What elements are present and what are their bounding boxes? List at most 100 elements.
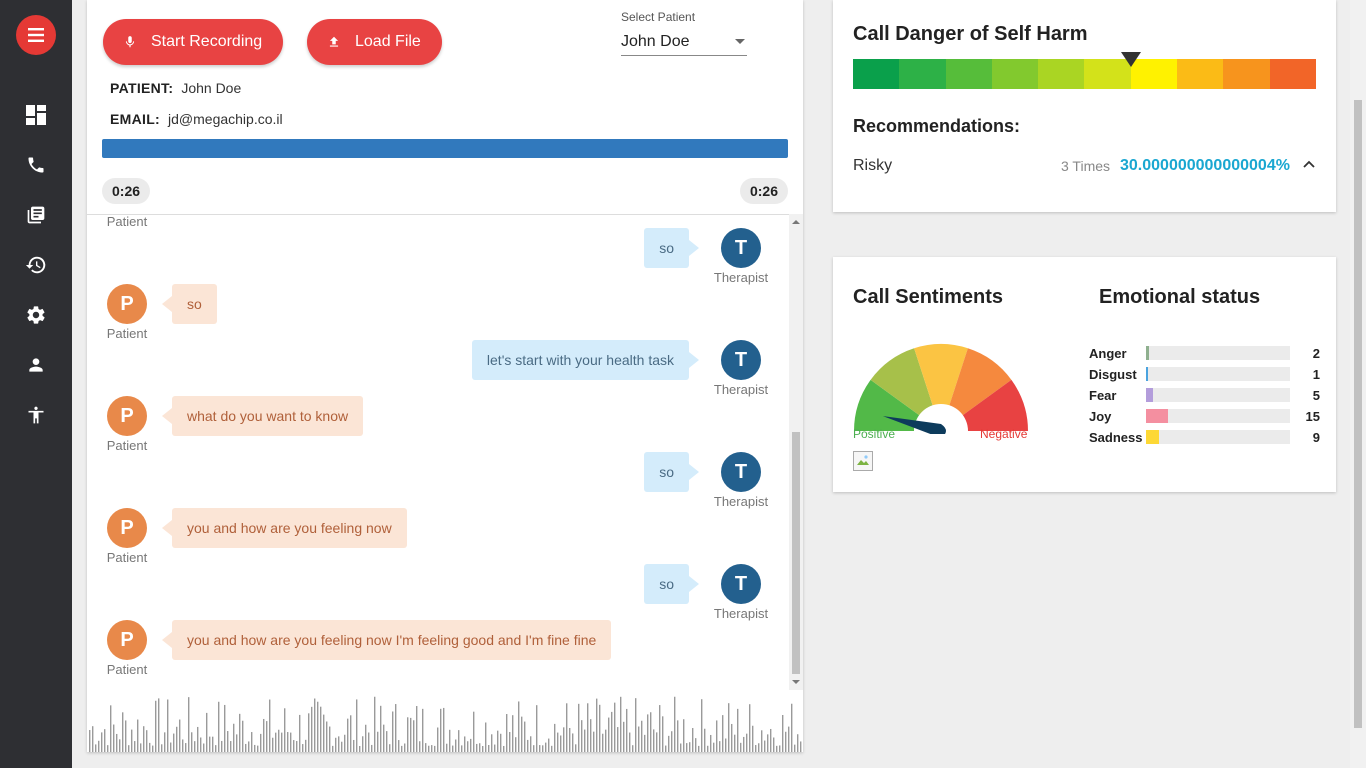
emotion-name: Sadness bbox=[1089, 429, 1143, 445]
danger-level-pointer bbox=[1120, 52, 1141, 67]
emotion-bar-fill bbox=[1146, 430, 1159, 444]
role-label: Patient bbox=[106, 326, 148, 341]
select-patient-label: Select Patient bbox=[621, 10, 696, 24]
load-file-button[interactable]: Load File bbox=[307, 19, 442, 65]
emotion-bar-fill bbox=[1146, 388, 1154, 402]
chevron-up-icon[interactable] bbox=[1300, 156, 1318, 174]
dashboard-icon bbox=[26, 105, 46, 125]
role-label: Patient bbox=[106, 662, 148, 677]
menu-button[interactable] bbox=[16, 15, 56, 55]
microphone-icon bbox=[125, 36, 135, 48]
therapist-message: so bbox=[644, 564, 699, 604]
emotion-value: 15 bbox=[1305, 408, 1320, 424]
emotion-value: 5 bbox=[1312, 387, 1320, 403]
therapist-avatar: T bbox=[721, 228, 761, 268]
sidebar-item-dashboard[interactable] bbox=[24, 103, 48, 127]
recommendation-times: 3 Times bbox=[1061, 158, 1111, 174]
danger-scale-segment bbox=[1177, 59, 1224, 89]
emotion-bar-track bbox=[1146, 388, 1290, 402]
chevron-down-icon bbox=[735, 38, 745, 44]
sidebar-item-history[interactable] bbox=[24, 253, 48, 277]
emotion-row: Anger 2 bbox=[1089, 345, 1320, 361]
danger-scale-segment bbox=[899, 59, 946, 89]
role-label: Patient bbox=[106, 550, 148, 565]
patient-message: what do you want to know bbox=[161, 396, 364, 436]
sidebar-item-profile[interactable] bbox=[24, 353, 48, 377]
therapist-avatar: T bbox=[721, 452, 761, 492]
transcript: Patient T Therapist so P Patient so T Therapist… bbox=[87, 214, 789, 690]
recommendation-label: Risky bbox=[853, 157, 893, 174]
patient-info: PATIENT: John Doe bbox=[110, 80, 241, 96]
emotion-bar-track bbox=[1146, 346, 1290, 360]
library-icon bbox=[27, 206, 45, 224]
gauge-positive-label: Positive bbox=[853, 427, 896, 441]
sentiments-card: Call Sentiments Emotional status Positiv… bbox=[833, 257, 1336, 492]
emotion-bar-fill bbox=[1146, 346, 1149, 360]
therapist-avatar: T bbox=[721, 340, 761, 380]
therapist-message: let's start with your health task bbox=[471, 340, 700, 380]
emotion-bar-track bbox=[1146, 367, 1290, 381]
role-label: Patient bbox=[106, 214, 148, 229]
role-label: Therapist bbox=[713, 382, 769, 397]
emotion-name: Anger bbox=[1089, 345, 1127, 361]
playback-progress-bar[interactable] bbox=[102, 139, 788, 158]
patient-message: so bbox=[162, 284, 217, 324]
danger-title: Call Danger of Self Harm bbox=[853, 23, 1088, 45]
danger-scale-segment bbox=[853, 59, 900, 89]
patient-select[interactable]: John Doe bbox=[621, 28, 747, 56]
email-key: EMAIL: bbox=[110, 111, 161, 127]
gear-icon bbox=[27, 306, 45, 324]
sidebar-item-accessibility[interactable] bbox=[24, 403, 48, 427]
emotion-row: Sadness 9 bbox=[1089, 429, 1320, 445]
danger-scale-segment bbox=[991, 59, 1039, 89]
patient-avatar: P bbox=[107, 620, 147, 660]
patient-avatar: P bbox=[107, 396, 147, 436]
call-panel: Start Recording Load File Select Patient… bbox=[87, 0, 803, 752]
danger-scale-segment bbox=[1223, 59, 1270, 89]
emotion-row: Disgust 1 bbox=[1089, 367, 1320, 382]
person-icon bbox=[29, 358, 43, 372]
therapist-message: so bbox=[644, 228, 699, 268]
scroll-up-icon bbox=[792, 220, 800, 224]
recommendations-title: Recommendations: bbox=[853, 116, 1021, 136]
emotion-value: 2 bbox=[1312, 345, 1320, 361]
sentiments-title: Call Sentiments bbox=[853, 286, 1004, 308]
emotion-bar-fill bbox=[1146, 409, 1168, 423]
emotion-name: Fear bbox=[1089, 387, 1117, 403]
danger-scale-segment bbox=[945, 59, 992, 89]
start-recording-label: Start Recording bbox=[151, 33, 263, 50]
transcript-scroll-thumb[interactable] bbox=[792, 432, 800, 674]
history-icon bbox=[25, 256, 46, 274]
patient-message: you and how are you feeling now I'm feel… bbox=[161, 620, 612, 660]
scroll-down-icon bbox=[792, 680, 800, 684]
phone-icon bbox=[28, 157, 44, 173]
upload-icon bbox=[329, 36, 339, 47]
therapist-message: so bbox=[644, 452, 699, 492]
sidebar bbox=[0, 0, 72, 768]
patient-avatar: P bbox=[107, 284, 147, 324]
emotion-row: Joy 15 bbox=[1089, 408, 1320, 424]
accessibility-icon bbox=[28, 406, 44, 424]
page-scrollbar[interactable] bbox=[1350, 0, 1366, 768]
total-time: 0:26 bbox=[739, 178, 788, 204]
broken-image-icon bbox=[853, 451, 873, 471]
transcript-scrollbar[interactable] bbox=[789, 214, 803, 690]
start-recording-button[interactable]: Start Recording bbox=[103, 19, 283, 65]
page-scroll-thumb[interactable] bbox=[1354, 100, 1362, 728]
patient-select-value: John Doe bbox=[621, 32, 690, 50]
sentiment-gauge bbox=[853, 344, 1029, 435]
role-label: Therapist bbox=[713, 606, 769, 621]
sidebar-item-library[interactable] bbox=[24, 203, 48, 227]
load-file-label: Load File bbox=[355, 33, 421, 50]
audio-waveform[interactable] bbox=[87, 690, 803, 752]
sidebar-item-calls[interactable] bbox=[24, 153, 48, 177]
gauge-negative-label: Negative bbox=[980, 427, 1028, 441]
email-info: EMAIL: jd@megachip.co.il bbox=[110, 111, 283, 127]
role-label: Therapist bbox=[713, 494, 769, 509]
sidebar-item-settings[interactable] bbox=[24, 303, 48, 327]
patient-key: PATIENT: bbox=[110, 80, 174, 96]
emotion-bar-fill bbox=[1146, 367, 1148, 381]
recommendation-percent: 30.000000000000004% bbox=[1120, 157, 1290, 174]
emotion-bar-track bbox=[1146, 409, 1290, 423]
emotions-title: Emotional status bbox=[1099, 286, 1261, 308]
